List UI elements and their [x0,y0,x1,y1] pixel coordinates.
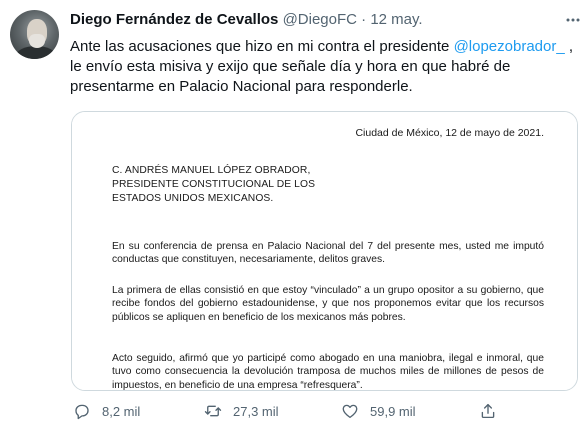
recipient-line: C. ANDRÉS MANUEL LÓPEZ OBRADOR, [112,165,311,176]
like-icon [342,404,358,419]
separator-dot: · [361,11,367,28]
avatar-beard [29,34,45,48]
retweet-icon [204,405,222,417]
reply-icon [75,404,89,420]
tweet-text-before: Ante las acusaciones que hizo en mi cont… [70,38,454,55]
attached-image[interactable]: Ciudad de México, 12 de mayo de 2021. C.… [71,111,578,391]
letter-paragraph: La primera de ellas consistió en que est… [112,285,544,323]
tweet-text: Ante las acusaciones que hizo en mi cont… [70,37,580,97]
recipient-line: PRESIDENTE CONSTITUCIONAL DE LOS [112,179,316,190]
reply-count: 8,2 mil [102,403,141,419]
author-name[interactable]: Diego Fernández de Cevallos [70,11,278,28]
letter-paragraph: Acto seguido, afirmó que yo participé co… [112,353,544,391]
letter-date: Ciudad de México, 12 de mayo de 2021. [355,127,544,139]
avatar[interactable] [10,10,59,59]
retweet-button[interactable]: 27,3 mil [204,399,279,423]
mention-link[interactable]: @lopezobrador_ [454,38,565,55]
share-icon [481,403,495,419]
letter-paragraph: En su conferencia de prensa en Palacio N… [112,241,544,266]
author-handle[interactable]: @DiegoFC [283,11,357,28]
share-button[interactable] [479,399,508,423]
action-bar: 8,2 mil 27,3 mil 59,9 mil [70,399,580,423]
like-button[interactable]: 59,9 mil [341,399,416,423]
letter-recipient: C. ANDRÉS MANUEL LÓPEZ OBRADOR, PRESIDEN… [112,164,315,206]
recipient-line: ESTADOS UNIDOS MEXICANOS. [112,193,274,204]
tweet-header: Diego Fernández de Cevallos @DiegoFC · 1… [70,10,423,30]
retweet-count: 27,3 mil [233,403,279,419]
letter-document: Ciudad de México, 12 de mayo de 2021. C.… [72,112,577,390]
like-count: 59,9 mil [370,403,416,419]
more-icon[interactable] [566,13,580,27]
tweet[interactable]: Diego Fernández de Cevallos @DiegoFC · 1… [0,0,586,428]
reply-button[interactable]: 8,2 mil [73,399,140,423]
tweet-date[interactable]: 12 may. [370,11,422,28]
